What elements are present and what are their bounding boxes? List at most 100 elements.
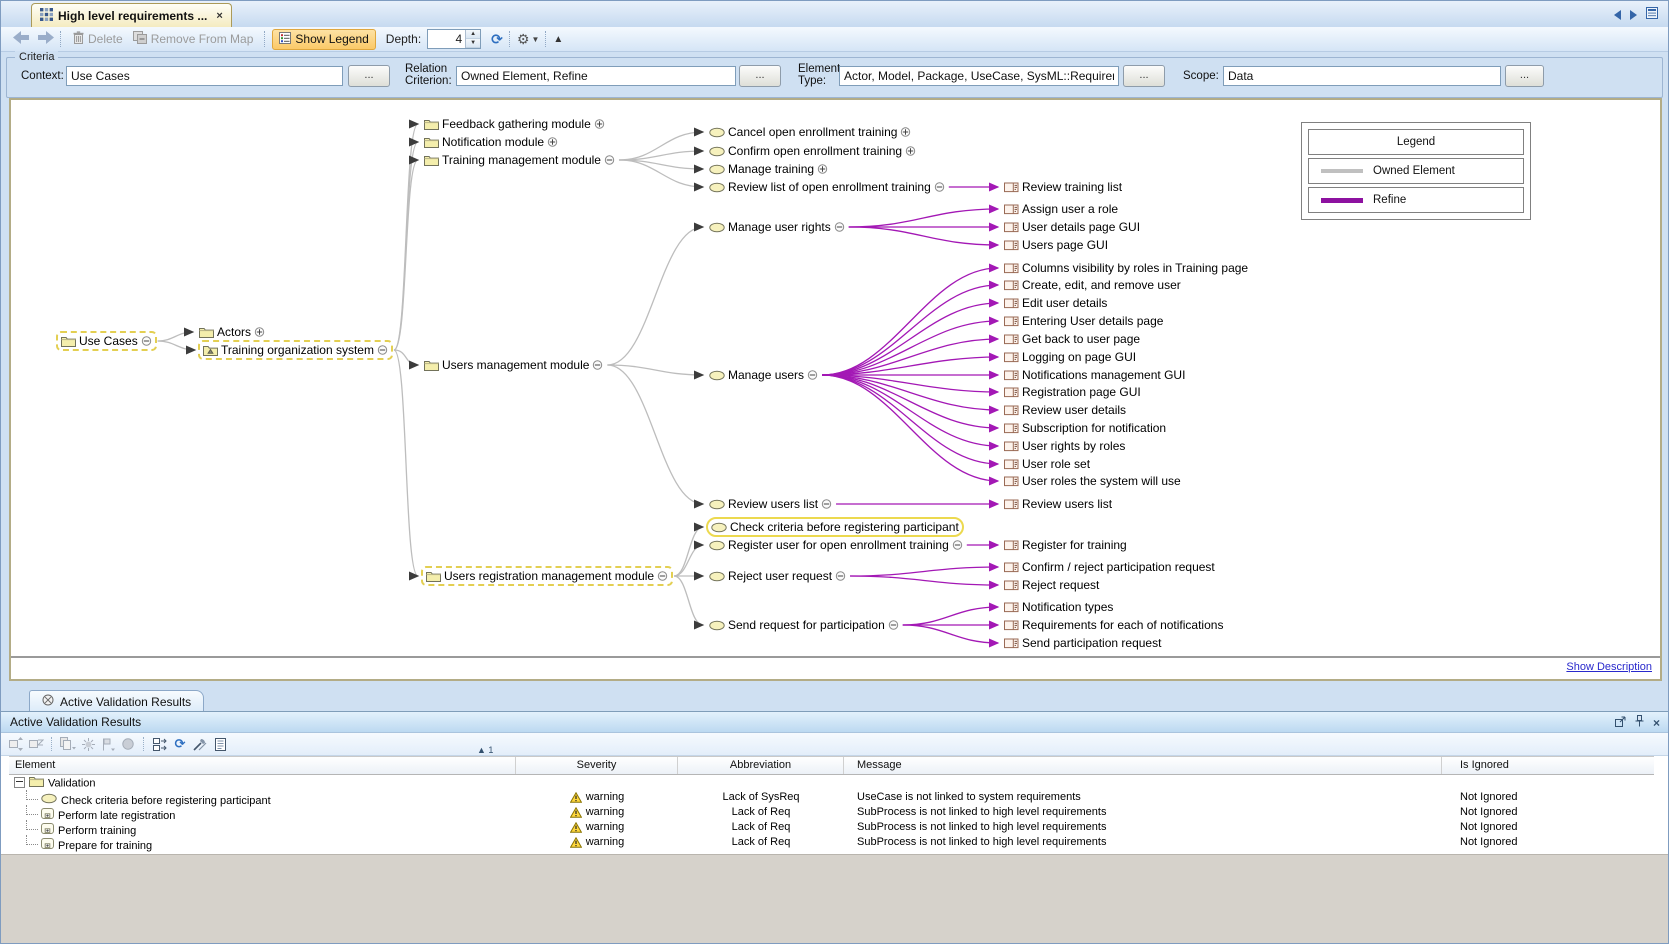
map-node-usecase[interactable]: Manage users xyxy=(706,367,821,383)
map-node-requirement[interactable]: Send participation request xyxy=(1001,635,1164,651)
pin-icon[interactable] xyxy=(1635,715,1644,730)
scope-browse-button[interactable]: ... xyxy=(1505,65,1544,87)
expander-plus-icon[interactable] xyxy=(547,137,558,147)
map-node-requirement[interactable]: Review users list xyxy=(1001,496,1115,512)
gear-caret-icon[interactable]: ▼ xyxy=(531,35,539,44)
refresh-validation-icon[interactable]: ⟳ xyxy=(170,735,190,753)
map-node-requirement[interactable]: Users page GUI xyxy=(1001,237,1111,253)
close-icon[interactable]: × xyxy=(216,10,222,22)
copy-rows-icon[interactable] xyxy=(58,735,78,753)
map-node-requirement[interactable]: User role set xyxy=(1001,456,1093,472)
expander-minus-icon[interactable] xyxy=(934,182,945,192)
show-description-link[interactable]: Show Description xyxy=(1566,661,1652,673)
window-list-icon[interactable] xyxy=(1646,6,1658,24)
depth-up-icon[interactable]: ▲ xyxy=(466,30,480,39)
close-panel-icon[interactable]: × xyxy=(1653,716,1660,730)
context-input[interactable] xyxy=(66,66,343,86)
depth-stepper[interactable]: 4 ▲▼ xyxy=(427,29,481,49)
relation-criterion-browse-button[interactable]: ... xyxy=(739,65,781,87)
expander-minus-icon[interactable] xyxy=(657,571,668,581)
map-node-folder[interactable]: Feedback gathering module xyxy=(421,116,608,132)
expander-plus-icon[interactable] xyxy=(254,327,265,337)
forward-icon[interactable] xyxy=(37,31,54,47)
map-node-usecase[interactable]: Cancel open enrollment training xyxy=(706,124,914,140)
group-options-icon[interactable] xyxy=(78,735,98,753)
column-header-abbreviation[interactable]: Abbreviation xyxy=(678,757,844,774)
map-node-requirement[interactable]: Subscription for notification xyxy=(1001,420,1169,436)
map-node-model[interactable]: Training organization system xyxy=(198,340,393,360)
expander-minus-icon[interactable] xyxy=(807,370,818,380)
column-header-message[interactable]: Message xyxy=(844,757,1442,774)
map-node-folder[interactable]: Training management module xyxy=(421,152,618,168)
map-node-requirement[interactable]: Assign user a role xyxy=(1001,201,1121,217)
expander-plus-icon[interactable] xyxy=(900,127,911,137)
map-node-usecase[interactable]: Register user for open enrollment traini… xyxy=(706,537,966,553)
map-node-folder[interactable]: Notification module xyxy=(421,134,561,150)
map-node-usecase[interactable]: Check criteria before registering partic… xyxy=(706,517,964,537)
map-node-requirement[interactable]: Notification types xyxy=(1001,599,1116,615)
flag-icon[interactable] xyxy=(98,735,118,753)
map-node-requirement[interactable]: Register for training xyxy=(1001,537,1130,553)
tab-active-validation-results[interactable]: Active Validation Results xyxy=(29,690,204,712)
depth-down-icon[interactable]: ▼ xyxy=(466,39,480,48)
table-row[interactable]: Perform late registrationwarningLack of … xyxy=(9,805,1654,820)
map-node-requirement[interactable]: Review user details xyxy=(1001,402,1129,418)
expander-plus-icon[interactable] xyxy=(905,146,916,156)
map-node-folder[interactable]: Actors xyxy=(196,324,268,340)
map-node-requirement[interactable]: Notifications management GUI xyxy=(1001,367,1188,383)
tools-icon[interactable] xyxy=(190,735,210,753)
column-header-element[interactable]: Element xyxy=(9,757,516,774)
expander-minus-icon[interactable] xyxy=(888,620,899,630)
map-node-requirement[interactable]: Registration page GUI xyxy=(1001,384,1144,400)
map-node-requirement[interactable]: Reject request xyxy=(1001,577,1102,593)
collapse-criteria-icon[interactable]: ▲ xyxy=(553,34,563,45)
element-type-browse-button[interactable]: ... xyxy=(1123,65,1165,87)
expander-minus-icon[interactable] xyxy=(141,336,152,346)
column-header-severity[interactable]: Severity xyxy=(516,757,678,774)
show-legend-toggle[interactable]: Show Legend xyxy=(272,29,375,50)
collapse-rows-icon[interactable] xyxy=(26,735,46,753)
map-node-requirement[interactable]: Edit user details xyxy=(1001,295,1110,311)
remove-from-map-button[interactable]: Remove From Map xyxy=(128,29,259,49)
expander-minus-icon[interactable] xyxy=(834,222,845,232)
map-node-folder[interactable]: Use Cases xyxy=(56,331,157,351)
map-node-requirement[interactable]: Entering User details page xyxy=(1001,313,1166,329)
map-node-requirement[interactable]: Create, edit, and remove user xyxy=(1001,277,1184,293)
map-node-usecase[interactable]: Review users list xyxy=(706,496,835,512)
abort-icon[interactable] xyxy=(118,735,138,753)
expander-minus-icon[interactable] xyxy=(592,360,603,370)
delete-button[interactable]: Delete xyxy=(68,29,128,49)
report-icon[interactable] xyxy=(210,735,230,753)
scroll-tabs-left-icon[interactable] xyxy=(1614,10,1621,20)
collapse-expander-icon[interactable] xyxy=(14,777,25,788)
map-node-usecase[interactable]: Send request for participation xyxy=(706,617,902,633)
expander-minus-icon[interactable] xyxy=(821,499,832,509)
expander-minus-icon[interactable] xyxy=(835,571,846,581)
map-node-requirement[interactable]: User details page GUI xyxy=(1001,219,1143,235)
table-row[interactable]: Check criteria before registering partic… xyxy=(9,790,1654,805)
expander-plus-icon[interactable] xyxy=(817,164,828,174)
map-node-requirement[interactable]: Confirm / reject participation request xyxy=(1001,559,1218,575)
map-node-usecase[interactable]: Confirm open enrollment training xyxy=(706,143,919,159)
expander-minus-icon[interactable] xyxy=(377,345,388,355)
map-node-requirement[interactable]: User roles the system will use xyxy=(1001,473,1184,489)
map-node-usecase[interactable]: Manage user rights xyxy=(706,219,848,235)
scroll-tabs-right-icon[interactable] xyxy=(1630,10,1637,20)
element-type-input[interactable] xyxy=(839,66,1119,86)
float-panel-icon[interactable] xyxy=(1615,716,1626,730)
table-row-validation-root[interactable]: Validation xyxy=(9,775,1654,790)
map-node-usecase[interactable]: Manage training xyxy=(706,161,831,177)
map-node-requirement[interactable]: User rights by roles xyxy=(1001,438,1128,454)
relation-criterion-input[interactable] xyxy=(456,66,736,86)
back-icon[interactable] xyxy=(13,31,30,47)
refresh-icon[interactable]: ⟳ xyxy=(491,32,503,46)
map-node-requirement[interactable]: Logging on page GUI xyxy=(1001,349,1139,365)
expander-plus-icon[interactable] xyxy=(594,119,605,129)
map-node-folder[interactable]: Users registration management module xyxy=(421,566,673,586)
map-node-requirement[interactable]: Columns visibility by roles in Training … xyxy=(1001,260,1251,276)
tab-high-level-requirements[interactable]: High level requirements ... × xyxy=(31,3,232,27)
map-node-requirement[interactable]: Get back to user page xyxy=(1001,331,1143,347)
map-node-requirement[interactable]: Review training list xyxy=(1001,179,1125,195)
map-node-requirement[interactable]: Requirements for each of notifications xyxy=(1001,617,1226,633)
column-header-is-ignored[interactable]: Is Ignored xyxy=(1442,757,1654,774)
